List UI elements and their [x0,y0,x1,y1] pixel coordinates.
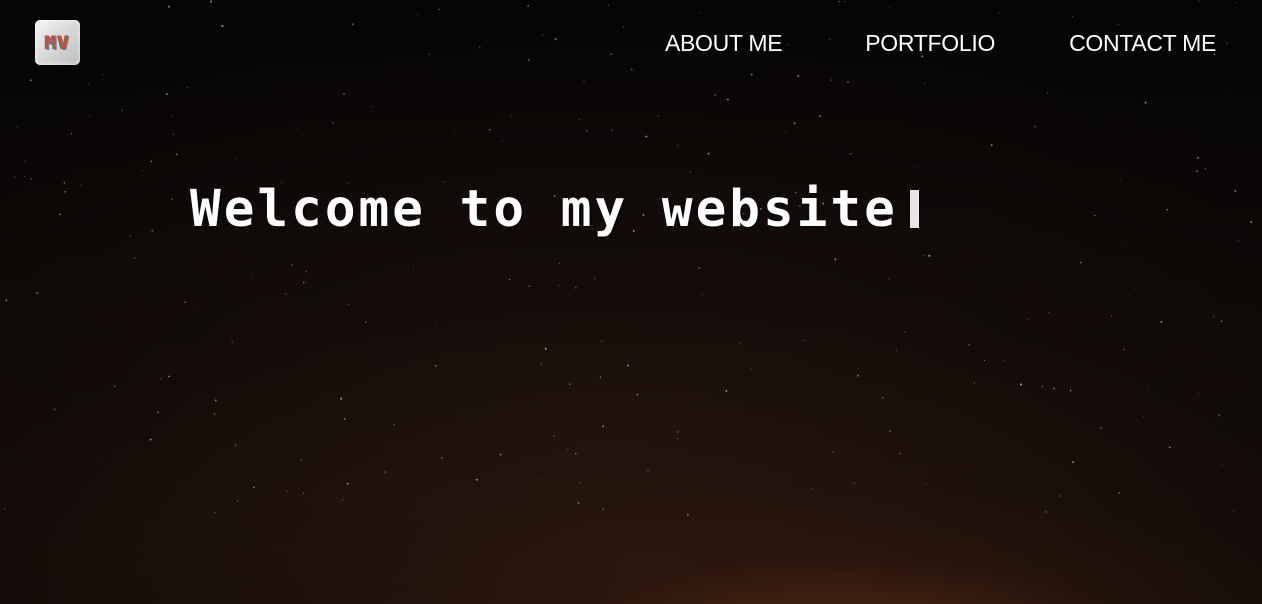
logo[interactable]: MV [35,20,80,65]
hero-headline: Welcome to my website [190,180,919,239]
starfield-background [0,0,1253,520]
typing-cursor [909,190,919,228]
hero-headline-text: Welcome to my website [190,180,898,239]
nav-link-portfolio[interactable]: PORTFOLIO [865,30,995,57]
main-nav: ABOUT ME PORTFOLIO CONTACT ME [665,30,1216,57]
nav-link-about-me[interactable]: ABOUT ME [665,30,783,57]
hero-section: MV ABOUT ME PORTFOLIO CONTACT ME Welcome… [0,0,1262,604]
nav-link-contact-me[interactable]: CONTACT ME [1069,30,1216,57]
logo-text: MV [45,31,70,54]
